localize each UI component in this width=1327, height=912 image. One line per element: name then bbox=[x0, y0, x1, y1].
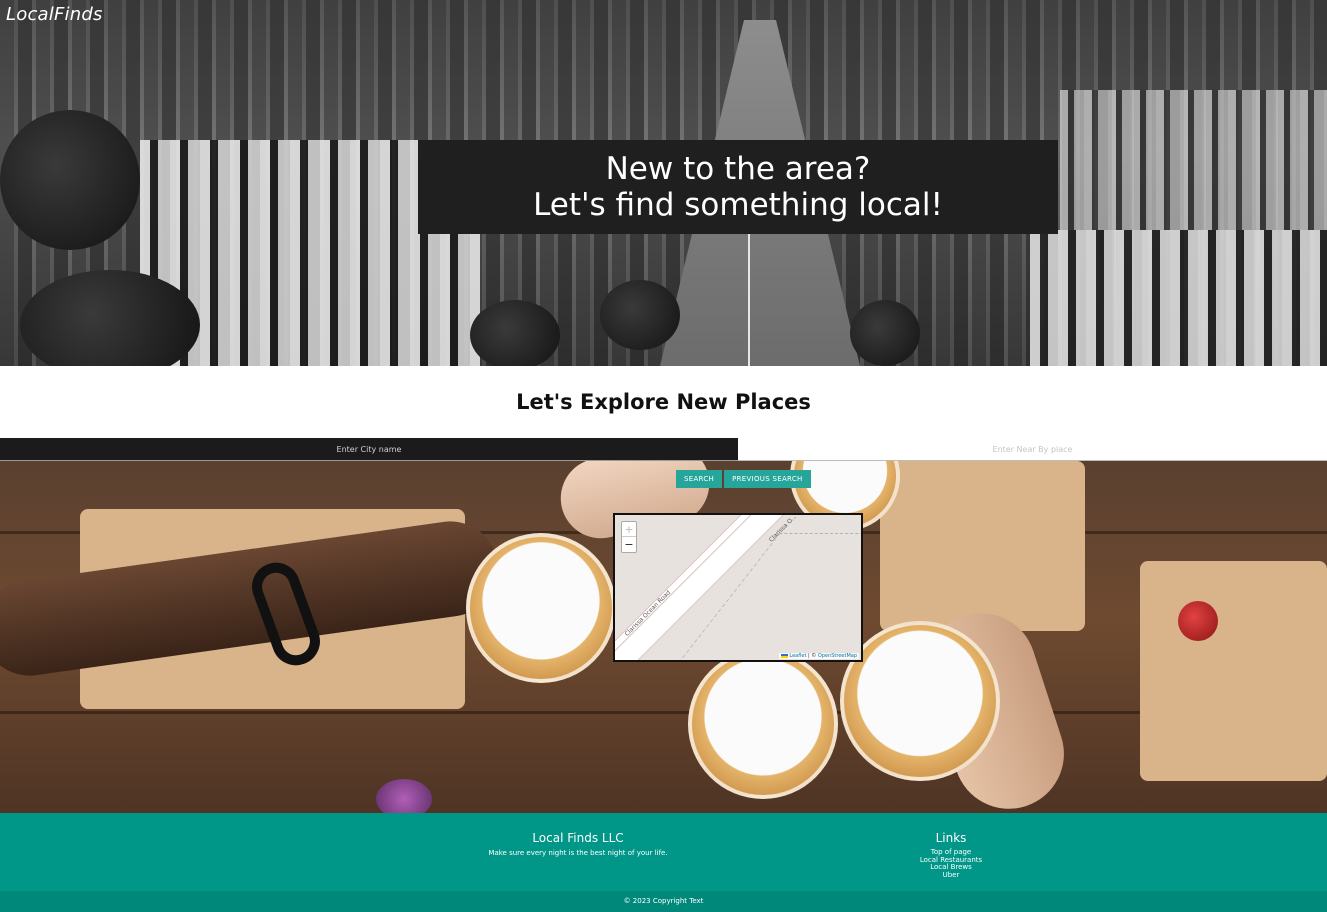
hero-section: LocalFinds New to the area? Let's find s… bbox=[0, 0, 1327, 366]
footer-company: Local Finds LLC Make sure every night is… bbox=[478, 831, 678, 857]
copyright-bar: © 2023 Copyright Text bbox=[0, 891, 1327, 912]
hero-building-image bbox=[1030, 230, 1327, 366]
page-footer: Local Finds LLC Make sure every night is… bbox=[0, 813, 1327, 891]
zoom-out-button[interactable]: − bbox=[622, 537, 636, 552]
table-plank bbox=[0, 711, 1327, 714]
hero-tree-image bbox=[850, 300, 920, 366]
leaflet-link[interactable]: Leaflet bbox=[789, 653, 806, 659]
tomato-image bbox=[1178, 601, 1218, 641]
hero-headline-line2: Let's find something local! bbox=[533, 187, 943, 223]
openstreetmap-link[interactable]: OpenStreetMap bbox=[818, 653, 857, 659]
hero-headline-line1: New to the area? bbox=[605, 151, 871, 187]
footer-company-title: Local Finds LLC bbox=[532, 831, 624, 845]
footer-links: Links Top of page Local Restaurants Loca… bbox=[901, 831, 1001, 879]
hero-tree-image bbox=[0, 110, 140, 250]
beer-glass-image bbox=[466, 533, 616, 683]
map-attribution: Leaflet | © OpenStreetMap bbox=[778, 653, 859, 659]
previous-search-button[interactable]: PREVIOUS SEARCH bbox=[724, 470, 811, 488]
flower-image bbox=[376, 779, 432, 813]
hero-building-image bbox=[1060, 90, 1327, 230]
hero-banner: New to the area? Let's find something lo… bbox=[418, 140, 1058, 234]
search-button[interactable]: SEARCH bbox=[676, 470, 723, 488]
hero-tree-image bbox=[470, 300, 560, 366]
footer-link-uber[interactable]: Uber bbox=[901, 871, 1001, 880]
nearby-place-input[interactable] bbox=[738, 438, 1327, 461]
search-button-group: SEARCH PREVIOUS SEARCH bbox=[676, 470, 811, 488]
city-name-input[interactable] bbox=[0, 438, 738, 461]
serving-board-image bbox=[880, 461, 1085, 631]
zoom-in-button[interactable]: + bbox=[622, 522, 636, 537]
hero-road-line bbox=[748, 230, 750, 366]
map-zoom-control: + − bbox=[621, 521, 637, 553]
footer-links-title: Links bbox=[935, 831, 967, 845]
brand-logo-link[interactable]: LocalFinds bbox=[6, 4, 103, 25]
search-row bbox=[0, 438, 1327, 461]
footer-tagline: Make sure every night is the best night … bbox=[488, 849, 668, 857]
explore-title: Let's Explore New Places bbox=[516, 390, 811, 414]
attribution-separator: | © bbox=[806, 653, 818, 659]
hero-tree-image bbox=[600, 280, 680, 350]
beer-glass-image bbox=[840, 621, 1000, 781]
serving-board-image bbox=[1140, 561, 1327, 781]
beer-glass-image bbox=[688, 649, 838, 799]
ukraine-flag-icon bbox=[780, 653, 788, 658]
map-widget[interactable]: Clarissa Ocean Road Clarissa O... + − Le… bbox=[613, 513, 863, 662]
